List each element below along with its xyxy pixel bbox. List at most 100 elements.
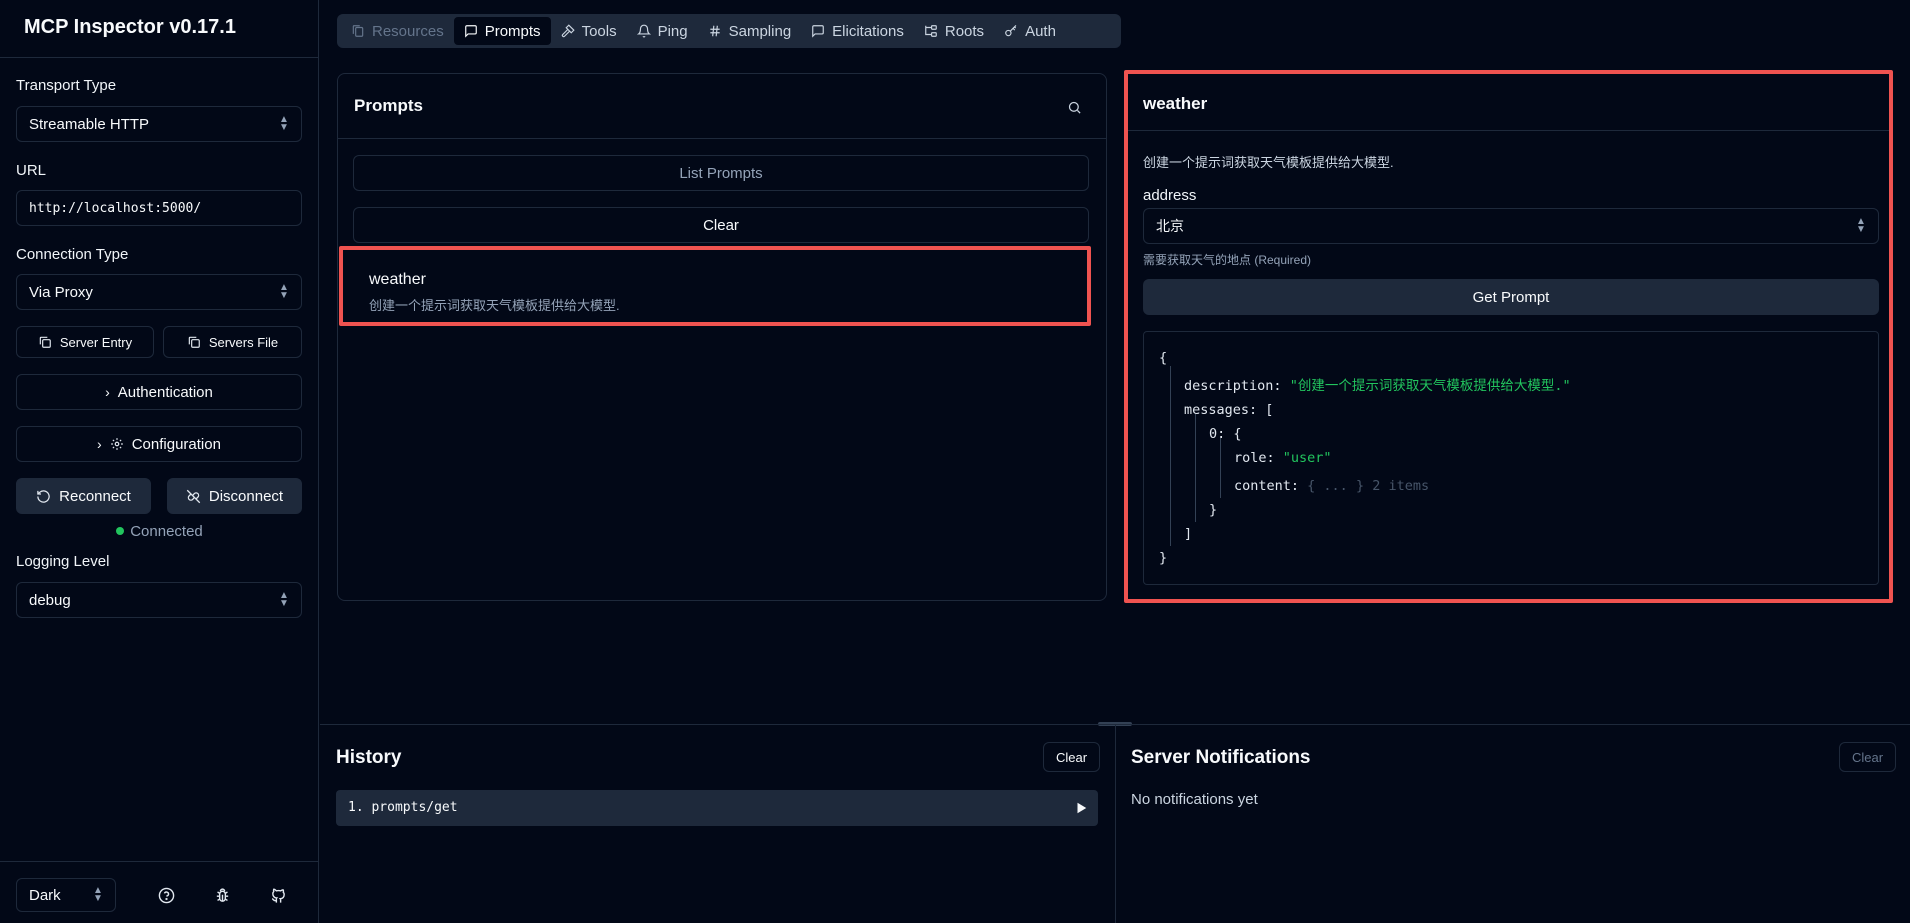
message-square-icon [464,25,477,38]
json-line: 0: { [1209,426,1242,442]
sidebar: MCP Inspector v0.17.1 Transport Type Str… [0,0,319,923]
help-button[interactable] [154,883,178,907]
json-viewer: { description: "创建一个提示词获取天气模板提供给大模型." me… [1143,331,1879,585]
json-brace: } [1209,502,1218,518]
copy-icon [188,336,200,348]
url-label: URL [16,162,47,179]
logging-level-select[interactable]: debug ▲ ▼ [16,582,302,618]
bug-report-button[interactable] [210,883,234,907]
indent-guide [1220,438,1221,498]
detail-description: 创建一个提示词获取天气模板提供给大模型. [1143,155,1394,170]
json-bracket: ] [1184,526,1193,542]
tab-auth[interactable]: Auth [994,17,1066,45]
bell-icon [636,24,651,38]
transport-type-select[interactable]: Streamable HTTP ▲ ▼ [16,106,302,142]
tab-prompts-label: Prompts [484,22,541,40]
tab-elicitations[interactable]: Elicitations [801,17,914,45]
tab-ping[interactable]: Ping [627,17,698,45]
notifications-title: Server Notifications [1131,747,1311,768]
unplug-icon [186,489,201,503]
tab-prompts[interactable]: Prompts [453,17,551,45]
chevrons-up-down-icon: ▲ ▼ [279,590,289,609]
transport-type-value: Streamable HTTP [29,115,150,133]
search-button[interactable] [1062,95,1086,119]
message-square-icon [812,25,825,38]
json-brace: } [1159,550,1168,566]
tab-resources[interactable]: Resources [341,17,454,45]
tab-roots[interactable]: Roots [914,17,994,45]
clear-prompts-button[interactable]: Clear [353,207,1089,243]
history-item[interactable]: 1. prompts/get [336,790,1098,826]
tab-auth-label: Auth [1025,22,1056,40]
tab-resources-label: Resources [372,22,444,40]
connection-status: Connected [0,523,319,540]
notifications-empty: No notifications yet [1131,791,1258,808]
clear-history-button[interactable]: Clear [1043,742,1101,772]
hammer-icon [561,24,575,38]
transport-type-label: Transport Type [16,77,117,94]
divider [1115,725,1116,923]
reconnect-button[interactable]: Reconnect [16,478,151,514]
chevron-right-icon: › [97,436,102,452]
json-key: 0: [1209,426,1226,442]
history-title: History [336,747,402,768]
json-string: "创建一个提示词获取天气模板提供给大模型." [1289,378,1571,394]
list-prompts-button[interactable]: List Prompts [353,155,1089,191]
clear-notifications-button[interactable]: Clear [1839,742,1897,772]
sidebar-footer: Dark ▲ ▼ [0,861,319,923]
folder-tree-icon [925,25,937,37]
servers-file-button[interactable]: Servers File [163,326,302,358]
authentication-toggle[interactable]: › Authentication [16,374,302,410]
json-line: messages: [ [1184,402,1273,418]
chevrons-up-down-icon: ▲ ▼ [279,282,289,301]
argument-label: address [1143,187,1197,204]
server-entry-button[interactable]: Server Entry [16,326,154,358]
chevrons-up-down-icon: ▲ ▼ [1856,216,1866,235]
tab-tools-label: Tools [581,22,617,40]
github-button[interactable] [266,883,290,907]
url-input[interactable]: http://localhost:5000/ [16,190,302,226]
tab-sampling[interactable]: Sampling [698,17,802,45]
get-prompt-button[interactable]: Get Prompt [1143,279,1879,315]
json-brace: { [1233,426,1242,442]
server-entry-label: Server Entry [59,334,133,350]
theme-select[interactable]: Dark ▲ ▼ [16,878,116,912]
prompts-panel-title: Prompts [354,96,423,115]
search-icon [1068,101,1081,114]
indent-guide [1195,414,1196,522]
disconnect-label: Disconnect [208,487,284,505]
tab-sampling-label: Sampling [728,22,792,40]
status-dot [116,527,125,535]
gear-icon [110,438,123,450]
json-collapsed[interactable]: { ... } [1307,478,1364,494]
json-line: description: "创建一个提示词获取天气模板提供给大模型." [1184,374,1571,394]
chevrons-up-down-icon: ▲ ▼ [279,114,289,133]
argument-select[interactable]: 北京 ▲ ▼ [1143,208,1879,244]
url-value: http://localhost:5000/ [29,200,202,216]
json-key: role: [1234,450,1275,466]
json-bracket: [ [1265,402,1274,418]
prompts-panel: Prompts List Prompts Clear weather 创建一个提… [337,73,1107,601]
reconnect-label: Reconnect [59,487,131,505]
chevron-right-icon: › [105,384,110,400]
files-icon [352,25,364,37]
json-line[interactable]: content: { ... } 2 items [1234,478,1429,494]
tab-tools[interactable]: Tools [551,17,627,45]
tab-ping-label: Ping [657,22,688,40]
history-item-label: 1. prompts/get [348,800,458,815]
json-line: role: "user" [1234,450,1332,466]
json-key: content: [1234,478,1300,494]
key-icon [1005,25,1017,37]
connection-type-select[interactable]: Via Proxy ▲ ▼ [16,274,302,310]
disconnect-button[interactable]: Disconnect [167,478,302,514]
bottom-panel: History Clear 1. prompts/get Server Noti… [320,724,1910,923]
configuration-toggle[interactable]: › Configuration [16,426,302,462]
tab-elicitations-label: Elicitations [832,22,904,40]
servers-file-label: Servers File [208,334,279,350]
status-text: Connected [130,523,203,540]
play-icon [1077,802,1087,814]
json-item-count: 2 items [1372,478,1430,494]
json-brace: { [1159,350,1168,366]
divider [338,138,1106,139]
bug-icon [216,887,228,902]
